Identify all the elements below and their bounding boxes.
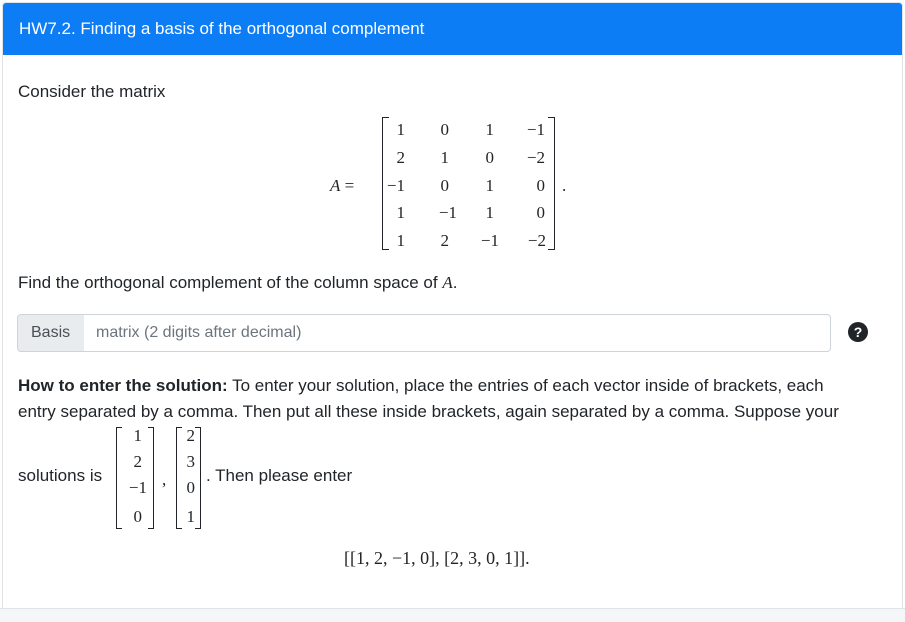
matrix-cell: −2 xyxy=(526,148,545,167)
matrix-cell: −1 xyxy=(526,120,545,139)
page-footer-divider xyxy=(0,608,905,622)
matrix-cell: 2 xyxy=(396,148,406,167)
vector2-right-bracket xyxy=(195,427,201,529)
matrix-cell: 0 xyxy=(440,176,450,195)
basis-input-group: Basis xyxy=(17,314,832,352)
question-prefix: Find the orthogonal complement of the co… xyxy=(18,273,443,292)
basis-addon-label: Basis xyxy=(31,324,71,341)
instructions-text1: To enter your solution, place the entrie… xyxy=(227,376,824,395)
vector1-right-bracket xyxy=(148,427,154,529)
matrix-cell: 1 xyxy=(396,120,406,139)
matrix-cell: −2 xyxy=(527,231,546,250)
matrix-cell: −1 xyxy=(480,231,499,250)
question-title: HW7.2. Finding a basis of the orthogonal… xyxy=(19,19,425,38)
matrix-cell: 0 xyxy=(536,203,546,222)
question-circle-icon[interactable]: ? xyxy=(848,322,868,342)
vector2-entry: 3 xyxy=(186,452,196,471)
question-text: Find the orthogonal complement of the co… xyxy=(18,273,457,293)
question-header: HW7.2. Finding a basis of the orthogonal… xyxy=(3,3,902,55)
matrix-cell: 1 xyxy=(396,231,406,250)
vector2-entry: 0 xyxy=(186,478,196,497)
question-suffix: . xyxy=(452,273,458,292)
vector1-entry: −1 xyxy=(128,478,147,497)
matrix-cell: 2 xyxy=(440,231,450,250)
instructions-bold: How to enter the solution: xyxy=(18,376,228,395)
matrix-cell: 1 xyxy=(485,120,495,139)
matrix-cell: 1 xyxy=(396,203,406,222)
vector2-entry: 2 xyxy=(186,426,196,445)
basis-input[interactable] xyxy=(84,314,831,352)
matrix-cell: −1 xyxy=(386,176,405,195)
then-enter-text: . Then please enter xyxy=(206,466,353,485)
instructions-line1: How to enter the solution: To enter your… xyxy=(18,376,888,396)
vector1-entry: 1 xyxy=(133,426,143,445)
matrix-cell: 0 xyxy=(485,148,495,167)
solutions-is-text: solutions is xyxy=(18,466,103,485)
instructions-line2: entry separated by a comma. Then put all… xyxy=(18,402,839,421)
vector-comma: , xyxy=(162,470,167,489)
matrix-right-bracket xyxy=(548,117,555,250)
basis-addon: Basis xyxy=(17,314,85,352)
matrix-cell: −1 xyxy=(438,203,457,222)
matrix-cell: 0 xyxy=(536,176,546,195)
matrix-cell: 1 xyxy=(485,203,495,222)
intro-text: Consider the matrix xyxy=(18,82,166,101)
matrix-cell: 0 xyxy=(440,120,450,139)
vector2-entry: 1 xyxy=(186,507,196,526)
matrix-cell: 1 xyxy=(440,148,450,167)
question-var: A xyxy=(442,273,453,292)
vector1-entry: 2 xyxy=(133,452,143,471)
matrix-lhs: A = xyxy=(330,176,355,195)
example-answer: [[1, 2, −1, 0], [2, 3, 0, 1]]. xyxy=(344,548,530,568)
vector1-entry: 0 xyxy=(133,507,143,526)
matrix-period: . xyxy=(562,176,567,195)
matrix-cell: 1 xyxy=(485,176,495,195)
